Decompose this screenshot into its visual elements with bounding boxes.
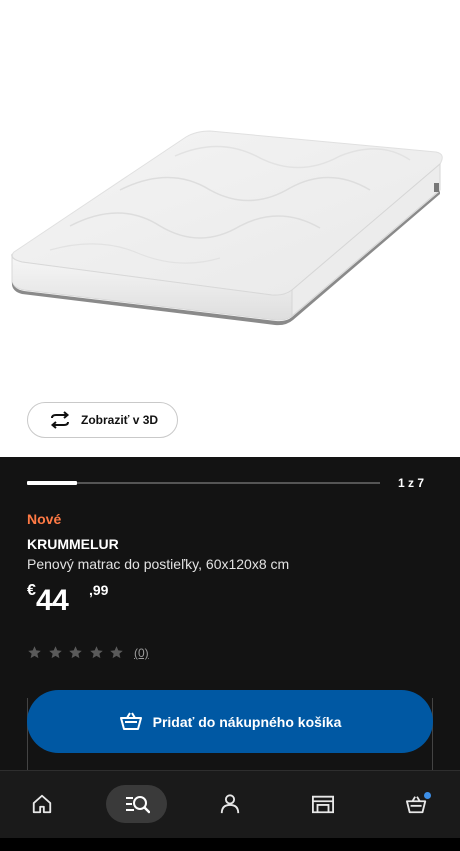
gallery-progress	[27, 481, 380, 485]
star-icon	[110, 646, 123, 659]
rating-stars[interactable]	[27, 645, 130, 660]
system-nav-strip	[0, 838, 460, 851]
search-icon	[124, 793, 150, 815]
product-name[interactable]: KRUMMELUR	[27, 536, 119, 552]
star-icon	[69, 646, 82, 659]
basket-icon	[119, 710, 143, 734]
gallery-pager: 1 z 7	[398, 476, 425, 490]
person-icon	[219, 793, 241, 815]
cart-icon	[404, 792, 431, 815]
bottom-tab-bar	[0, 770, 460, 838]
tab-stores[interactable]	[302, 785, 344, 823]
price-integer: 44	[36, 584, 69, 617]
view-3d-label: Zobraziť v 3D	[81, 413, 159, 427]
gallery-progress-fill	[27, 481, 78, 485]
mattress-image	[11, 130, 443, 326]
tab-search[interactable]	[106, 785, 167, 823]
rating-count-link[interactable]: (0)	[134, 646, 149, 660]
cart-notification-dot	[424, 792, 431, 799]
star-icon	[89, 646, 103, 659]
tab-profile[interactable]	[210, 785, 250, 823]
product-description: Penový matrac do postieľky, 60x120x8 cm	[27, 556, 290, 572]
star-icon	[28, 646, 41, 659]
tab-cart[interactable]	[396, 785, 438, 823]
view-3d-button[interactable]: Zobraziť v 3D	[27, 402, 178, 438]
product-image[interactable]	[0, 0, 460, 457]
new-badge: Nové	[27, 511, 62, 527]
add-to-cart-label: Pridať do nákupného košíka	[152, 713, 342, 730]
store-icon	[311, 793, 335, 815]
home-icon	[31, 793, 53, 815]
rotate-3d-icon	[48, 408, 72, 432]
price-currency: €	[27, 582, 36, 599]
tab-home[interactable]	[22, 785, 62, 823]
price-decimal: ,99	[89, 582, 109, 598]
star-icon	[48, 646, 62, 659]
add-to-cart-button[interactable]: Pridať do nákupného košíka	[27, 690, 433, 753]
